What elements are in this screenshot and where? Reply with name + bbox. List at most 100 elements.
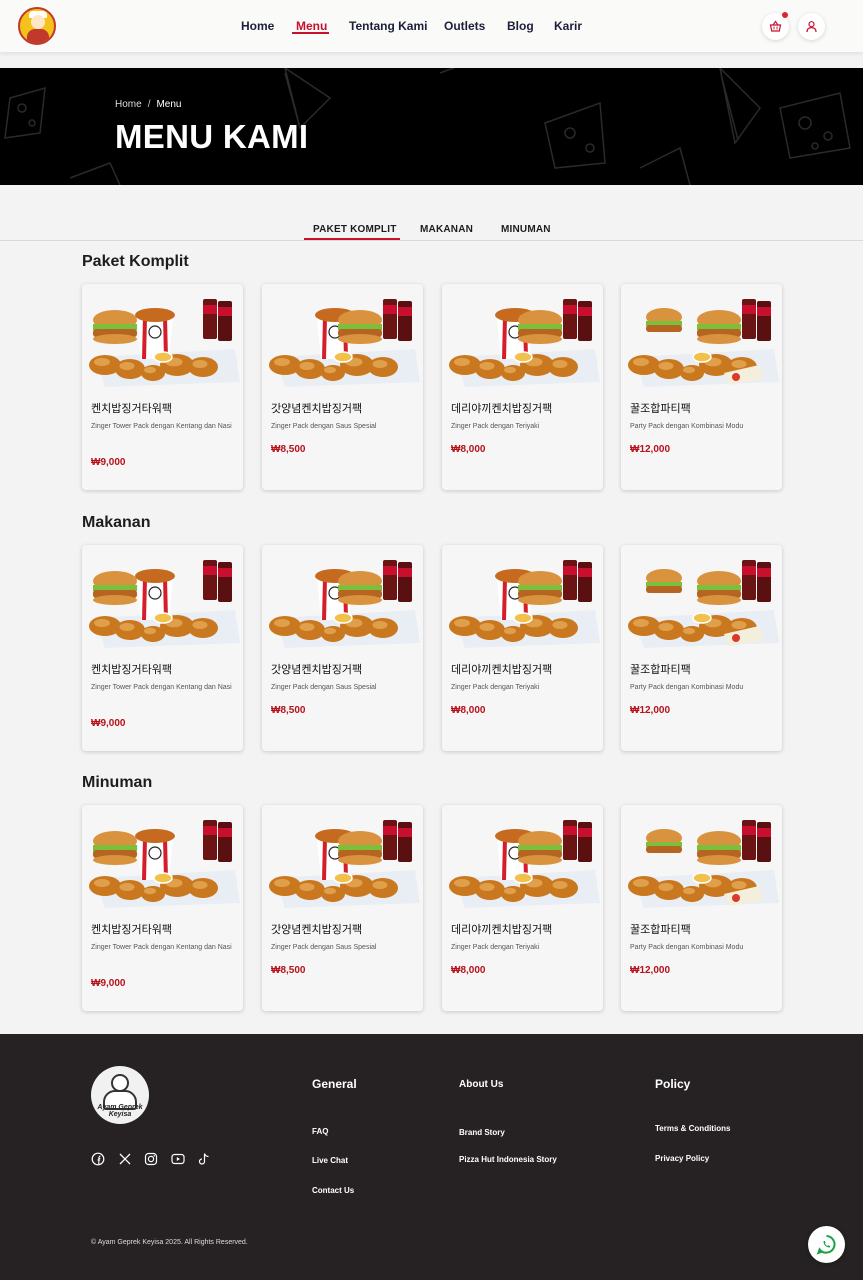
menu-item-price: ₩8,500 (271, 705, 306, 716)
meal-pack-image (628, 560, 779, 648)
breadcrumb-home[interactable]: Home (115, 99, 142, 110)
section-title: Minuman (82, 774, 153, 791)
site-footer: Ayam Geprek Keyisa General FAQ Live Chat… (0, 1034, 863, 1280)
menu-item-price: ₩12,000 (630, 705, 671, 716)
meal-pack-image (449, 299, 600, 387)
menu-item-card[interactable]: 켄치밥징거타워팩 Zinger Tower Pack dengan Kentang… (82, 284, 243, 490)
footer-link-privacy[interactable]: Privacy Policy (655, 1154, 709, 1163)
meal-pack-image (449, 560, 600, 648)
tabs-divider (0, 240, 863, 241)
menu-item-card[interactable]: 갓양념켄치밥징거팩 Zinger Pack dengan Saus Spesial… (262, 545, 423, 751)
menu-item-description: Party Pack dengan Kombinasi Modu (630, 684, 744, 691)
menu-item-price: ₩8,000 (451, 444, 486, 455)
menu-item-card[interactable]: 데리야끼켄치밥징거팩 Zinger Pack dengan Teriyaki ₩8,… (442, 545, 603, 751)
menu-item-name: 데리야끼켄치밥징거팩 (451, 403, 553, 415)
menu-item-card[interactable]: 켄치밥징거타워팩 Zinger Tower Pack dengan Kentang… (82, 545, 243, 751)
meal-pack-image (269, 299, 420, 387)
copyright-text: © Ayam Geprek Keyisa 2025. All Rights Re… (91, 1239, 248, 1246)
section-title: Paket Komplit (82, 253, 189, 270)
footer-heading-about: About Us (459, 1079, 504, 1090)
site-header: Home Menu Tentang Kami Outlets Blog Kari… (0, 0, 863, 52)
footer-link-contact-us[interactable]: Contact Us (312, 1186, 354, 1195)
meal-pack-image (89, 299, 240, 387)
tab-makanan[interactable]: MAKANAN (420, 224, 473, 235)
menu-item-name: 갓양념켄치밥징거팩 (271, 403, 363, 415)
menu-item-name: 켄치밥징거타워팩 (91, 664, 172, 676)
menu-item-card[interactable]: 데리야끼켄치밥징거팩 Zinger Pack dengan Teriyaki ₩8,… (442, 805, 603, 1011)
account-button[interactable] (798, 13, 825, 40)
menu-item-name: 꿀조합파티팩 (630, 664, 691, 676)
section-title: Makanan (82, 514, 151, 531)
menu-item-price: ₩8,000 (451, 705, 486, 716)
menu-item-name: 켄치밥징거타워팩 (91, 403, 172, 415)
menu-item-card[interactable]: 켄치밥징거타워팩 Zinger Tower Pack dengan Kentang… (82, 805, 243, 1011)
nav-home[interactable]: Home (241, 19, 274, 33)
meal-pack-image (269, 820, 420, 908)
menu-item-description: Party Pack dengan Kombinasi Modu (630, 944, 744, 951)
menu-item-card[interactable]: 꿀조합파티팩 Party Pack dengan Kombinasi Modu ₩1… (621, 545, 782, 751)
instagram-icon[interactable] (144, 1152, 158, 1166)
facebook-icon[interactable] (91, 1152, 105, 1166)
footer-logo[interactable]: Ayam Geprek Keyisa (91, 1066, 149, 1124)
menu-item-name: 데리야끼켄치밥징거팩 (451, 664, 553, 676)
menu-item-price: ₩9,000 (91, 718, 126, 729)
menu-item-description: Zinger Pack dengan Teriyaki (451, 944, 540, 951)
youtube-icon[interactable] (171, 1152, 185, 1166)
menu-item-price: ₩8,500 (271, 444, 306, 455)
footer-link-live-chat[interactable]: Live Chat (312, 1156, 348, 1165)
page-title: MENU KAMI (115, 118, 309, 155)
nav-menu[interactable]: Menu (296, 19, 327, 33)
tiktok-icon[interactable] (197, 1152, 211, 1166)
breadcrumb-separator: / (147, 99, 151, 110)
meal-pack-image (269, 560, 420, 648)
meal-pack-image (628, 299, 779, 387)
menu-item-card[interactable]: 데리야끼켄치밥징거팩 Zinger Pack dengan Teriyaki ₩8,… (442, 284, 603, 490)
whatsapp-button[interactable] (808, 1226, 845, 1263)
meal-pack-image (628, 820, 779, 908)
menu-item-name: 데리야끼켄치밥징거팩 (451, 924, 553, 936)
footer-heading-policy: Policy (655, 1077, 691, 1091)
breadcrumb: Home / Menu (115, 99, 181, 110)
menu-item-description: Zinger Pack dengan Saus Spesial (271, 684, 377, 691)
menu-item-description: Party Pack dengan Kombinasi Modu (630, 423, 744, 430)
tab-active-underline (304, 238, 400, 240)
main-nav: Home Menu Tentang Kami Outlets Blog Kari… (0, 0, 863, 52)
basket-icon (769, 20, 782, 32)
menu-item-description: Zinger Pack dengan Teriyaki (451, 423, 540, 430)
nav-blog[interactable]: Blog (507, 19, 534, 33)
menu-item-price: ₩12,000 (630, 444, 671, 455)
menu-item-name: 꿀조합파티팩 (630, 403, 691, 415)
whatsapp-icon (816, 1235, 836, 1255)
x-icon[interactable] (118, 1152, 132, 1166)
menu-item-price: ₩9,000 (91, 978, 126, 989)
tab-paket-komplit[interactable]: PAKET KOMPLIT (313, 224, 397, 235)
menu-item-name: 갓양념켄치밥징거팩 (271, 664, 363, 676)
menu-item-price: ₩9,000 (91, 457, 126, 468)
footer-link-pizza-hut-story[interactable]: Pizza Hut Indonesia Story (459, 1155, 557, 1164)
tab-minuman[interactable]: MINUMAN (501, 224, 551, 235)
meal-pack-image (89, 560, 240, 648)
menu-item-description: Zinger Tower Pack dengan Kentang dan Nas… (91, 423, 232, 430)
breadcrumb-current: Menu (156, 99, 182, 110)
menu-item-card[interactable]: 꿀조합파티팩 Party Pack dengan Kombinasi Modu ₩1… (621, 805, 782, 1011)
hero-banner: Home / Menu MENU KAMI (0, 68, 863, 185)
footer-logo-text: Ayam Geprek Keyisa (97, 1104, 143, 1118)
menu-item-card[interactable]: 갓양념켄치밥징거팩 Zinger Pack dengan Saus Spesial… (262, 284, 423, 490)
nav-tentang-kami[interactable]: Tentang Kami (349, 19, 427, 33)
menu-item-price: ₩8,000 (451, 965, 486, 976)
nav-karir[interactable]: Karir (554, 19, 582, 33)
footer-link-brand-story[interactable]: Brand Story (459, 1128, 505, 1137)
footer-heading-general: General (312, 1077, 357, 1091)
cart-notification-dot (782, 12, 788, 18)
menu-item-card[interactable]: 꿀조합파티팩 Party Pack dengan Kombinasi Modu ₩1… (621, 284, 782, 490)
nav-outlets[interactable]: Outlets (444, 19, 485, 33)
menu-item-name: 켄치밥징거타워팩 (91, 924, 172, 936)
cart-button[interactable] (762, 12, 789, 40)
menu-item-card[interactable]: 갓양념켄치밥징거팩 Zinger Pack dengan Saus Spesial… (262, 805, 423, 1011)
footer-logo-head (111, 1074, 129, 1092)
footer-link-faq[interactable]: FAQ (312, 1127, 328, 1136)
menu-item-price: ₩12,000 (630, 965, 671, 976)
footer-link-terms[interactable]: Terms & Conditions (655, 1124, 730, 1133)
menu-item-description: Zinger Tower Pack dengan Kentang dan Nas… (91, 684, 232, 691)
menu-item-name: 갓양념켄치밥징거팩 (271, 924, 363, 936)
